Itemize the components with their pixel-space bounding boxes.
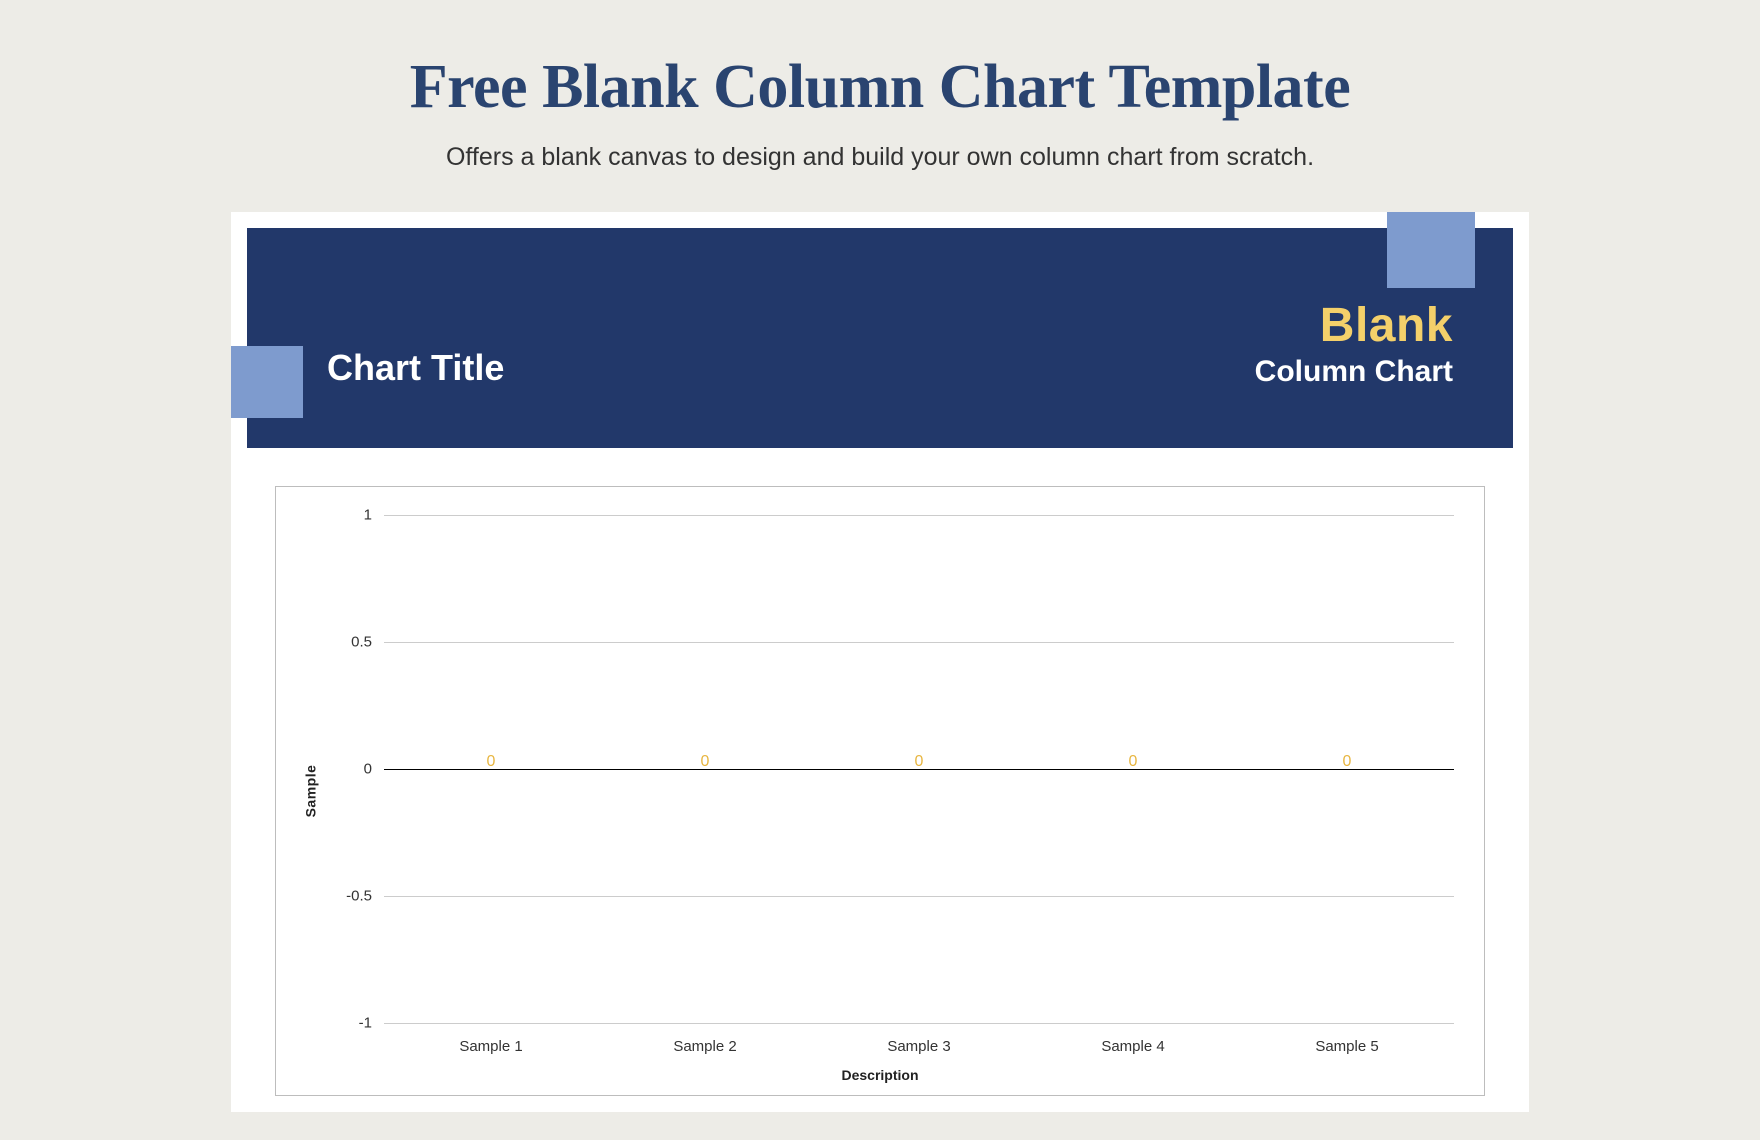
chart-container: Sample Description -1 -0.5 0 0.5 1 Sample 1 0 S…: [275, 486, 1485, 1096]
banner-tag: Blank Column Chart: [1255, 298, 1453, 389]
data-label: 0: [1129, 753, 1138, 771]
data-label: 0: [701, 753, 710, 771]
y-tick-label: 0.5: [351, 634, 372, 651]
template-card: Chart Title Blank Column Chart Sample De…: [231, 212, 1529, 1112]
y-tick-label: -0.5: [346, 888, 372, 905]
page-title: Free Blank Column Chart Template: [0, 0, 1760, 123]
x-category-label: Sample 3: [887, 1038, 950, 1055]
x-category-label: Sample 5: [1315, 1038, 1378, 1055]
banner-tag-top: Blank: [1255, 298, 1453, 353]
gridline: [384, 515, 1454, 516]
banner-tag-bottom: Column Chart: [1255, 355, 1453, 389]
accent-block-left: [231, 346, 303, 418]
gridline: [384, 896, 1454, 897]
gridline: [384, 1023, 1454, 1024]
y-tick-label: -1: [359, 1015, 372, 1032]
accent-block-right: [1387, 212, 1475, 288]
chart-plot-area: -1-0.500.51Sample 10Sample 20Sample 30Sa…: [384, 515, 1454, 1023]
page-subtitle: Offers a blank canvas to design and buil…: [0, 143, 1760, 172]
x-category-label: Sample 4: [1101, 1038, 1164, 1055]
y-axis-label: Sample: [302, 765, 318, 818]
data-label: 0: [1343, 753, 1352, 771]
gridline: [384, 642, 1454, 643]
y-tick-label: 1: [364, 507, 372, 524]
data-label: 0: [915, 753, 924, 771]
x-category-label: Sample 1: [459, 1038, 522, 1055]
x-axis-label: Description: [841, 1067, 918, 1083]
data-label: 0: [487, 753, 496, 771]
template-banner: Chart Title Blank Column Chart: [247, 228, 1513, 448]
y-tick-label: 0: [364, 761, 372, 778]
chart-title-label: Chart Title: [327, 347, 504, 389]
x-category-label: Sample 2: [673, 1038, 736, 1055]
